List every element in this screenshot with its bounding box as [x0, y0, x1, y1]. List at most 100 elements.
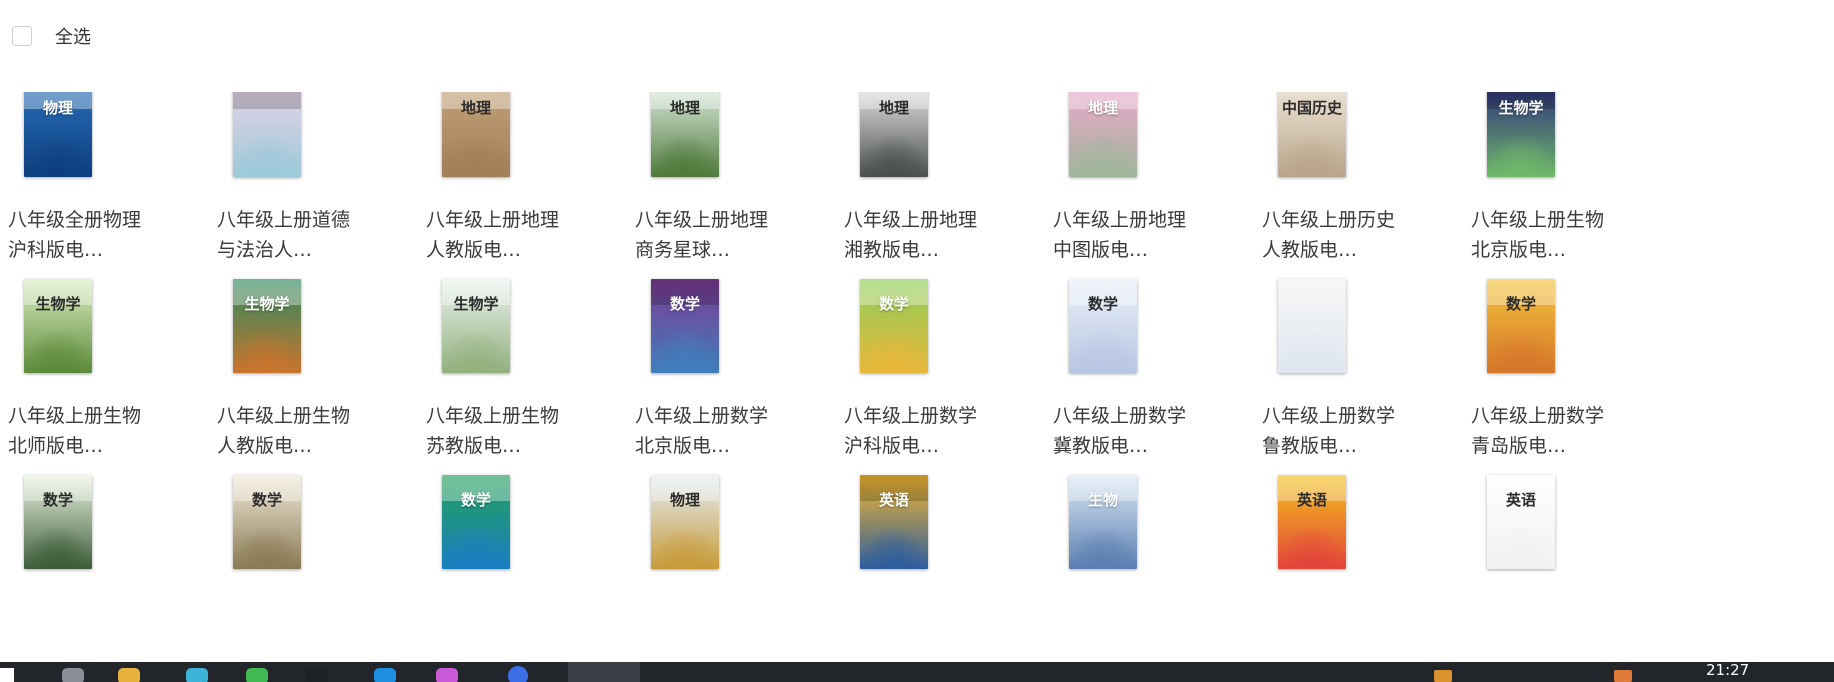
book-item[interactable]: 地理八年级上册地理人教版电…: [418, 92, 578, 298]
tray-folder-icon[interactable]: [1434, 670, 1452, 682]
book-title[interactable]: 八年级上册道德与法治人…: [217, 205, 357, 265]
book-title[interactable]: 八年级上册地理商务星球…: [635, 205, 775, 265]
cover-title: 生物学: [453, 295, 499, 313]
cover-illustration: [1069, 135, 1137, 177]
book-cover[interactable]: 数学: [651, 279, 719, 373]
cover-illustration: [1278, 331, 1346, 373]
cover-illustration: [1278, 527, 1346, 569]
cover-title: 地理: [460, 99, 491, 117]
clock-time[interactable]: 21:27: [1706, 662, 1749, 679]
select-all-checkbox[interactable]: [12, 26, 32, 46]
book-item[interactable]: 地理八年级上册地理商务星球…: [627, 92, 787, 298]
chat-icon[interactable]: [246, 668, 268, 682]
book-cover[interactable]: 中国历史: [1278, 92, 1346, 177]
book-title[interactable]: 八年级全册物理沪科版电…: [8, 205, 148, 265]
book-title[interactable]: 八年级上册生物北师版电…: [8, 401, 148, 461]
book-cover[interactable]: [233, 92, 301, 177]
cover-title: 数学: [669, 295, 700, 313]
book-item[interactable]: 英语: [836, 475, 996, 662]
book-cover[interactable]: 生物学: [1487, 92, 1555, 177]
book-cover[interactable]: 英语: [860, 475, 928, 569]
book-item[interactable]: 数学: [209, 475, 369, 662]
book-item[interactable]: 八年级上册道德与法治人…: [209, 92, 369, 298]
book-item[interactable]: 生物学八年级上册生物北师版电…: [0, 279, 160, 494]
cover-illustration: [1069, 527, 1137, 569]
book-cover[interactable]: 地理: [860, 92, 928, 177]
book-cover[interactable]: 数学: [442, 475, 510, 569]
book-title[interactable]: 八年级上册地理中图版电…: [1053, 205, 1193, 265]
book-item[interactable]: 英语: [1254, 475, 1414, 662]
book-title[interactable]: 八年级上册生物北京版电…: [1471, 205, 1611, 265]
book-title[interactable]: 八年级上册历史人教版电…: [1262, 205, 1402, 265]
cover-title: 数学: [1505, 295, 1536, 313]
book-cover[interactable]: 英语: [1487, 475, 1555, 569]
book-cover[interactable]: 地理: [651, 92, 719, 177]
cover-illustration: [1069, 331, 1137, 373]
book-item[interactable]: 数学: [0, 475, 160, 662]
book-cover[interactable]: 数学: [860, 279, 928, 373]
book-item[interactable]: 生物学八年级上册生物苏教版电…: [418, 279, 578, 494]
book-cover[interactable]: 生物: [1069, 475, 1137, 569]
cover-title: 物理: [669, 491, 700, 509]
book-item[interactable]: 八年级上册数学鲁教版电…: [1254, 279, 1414, 494]
cover-title: 物理: [42, 99, 73, 117]
cover-illustration: [442, 527, 510, 569]
tray-app-icon[interactable]: [1614, 670, 1632, 682]
windows-start-icon[interactable]: [0, 668, 14, 682]
cover-illustration: [442, 331, 510, 373]
book-item[interactable]: 物理: [627, 475, 787, 662]
cover-title: 数学: [1087, 295, 1118, 313]
book-cover[interactable]: 生物学: [233, 279, 301, 373]
book-cover[interactable]: 地理: [1069, 92, 1137, 177]
book-item[interactable]: 地理八年级上册地理湘教版电…: [836, 92, 996, 298]
book-cover[interactable]: 生物学: [24, 279, 92, 373]
book-title[interactable]: 八年级上册地理湘教版电…: [844, 205, 984, 265]
browser-icon[interactable]: [186, 668, 208, 682]
book-cover[interactable]: 物理: [651, 475, 719, 569]
book-item[interactable]: 数学八年级上册数学沪科版电…: [836, 279, 996, 494]
book-cover[interactable]: [1278, 279, 1346, 373]
book-item[interactable]: 数学八年级上册数学冀教版电…: [1045, 279, 1205, 494]
media-icon[interactable]: [306, 668, 328, 682]
app-icon[interactable]: [436, 668, 458, 682]
book-cover[interactable]: 地理: [442, 92, 510, 177]
book-item[interactable]: 数学八年级上册数学北京版电…: [627, 279, 787, 494]
book-title[interactable]: 八年级上册生物人教版电…: [217, 401, 357, 461]
cover-illustration: [24, 527, 92, 569]
book-title[interactable]: 八年级上册数学鲁教版电…: [1262, 401, 1402, 461]
active-browser-icon[interactable]: [508, 666, 528, 682]
book-cover[interactable]: 数学: [1487, 279, 1555, 373]
book-item[interactable]: 生物: [1045, 475, 1205, 662]
search-icon[interactable]: [62, 668, 84, 682]
book-title[interactable]: 八年级上册数学北京版电…: [635, 401, 775, 461]
book-item[interactable]: 生物学八年级上册生物北京版电…: [1463, 92, 1623, 298]
book-title[interactable]: 八年级上册地理人教版电…: [426, 205, 566, 265]
book-item[interactable]: 生物学八年级上册生物人教版电…: [209, 279, 369, 494]
cover-title: 生物: [1087, 491, 1118, 509]
book-item[interactable]: 数学: [418, 475, 578, 662]
cover-illustration: [1487, 331, 1555, 373]
book-item[interactable]: 英语: [1463, 475, 1623, 662]
book-cover[interactable]: 英语: [1278, 475, 1346, 569]
book-cover[interactable]: 物理: [24, 92, 92, 177]
cover-title: 英语: [878, 491, 909, 509]
book-title[interactable]: 八年级上册数学冀教版电…: [1053, 401, 1193, 461]
book-cover[interactable]: 生物学: [442, 279, 510, 373]
cover-title: 地理: [1087, 99, 1118, 117]
select-all[interactable]: 全选: [12, 23, 91, 49]
book-cover[interactable]: 数学: [24, 475, 92, 569]
book-cover[interactable]: 数学: [233, 475, 301, 569]
book-item[interactable]: 地理八年级上册地理中图版电…: [1045, 92, 1205, 298]
book-title[interactable]: 八年级上册数学沪科版电…: [844, 401, 984, 461]
cover-title: 中国历史: [1281, 99, 1342, 117]
cover-title: 生物学: [35, 295, 81, 313]
file-explorer-icon[interactable]: [118, 668, 140, 682]
book-item[interactable]: 物理八年级全册物理沪科版电…: [0, 92, 160, 298]
book-item[interactable]: 中国历史八年级上册历史人教版电…: [1254, 92, 1414, 298]
messenger-icon[interactable]: [374, 668, 396, 682]
book-item[interactable]: 数学八年级上册数学青岛版电…: [1463, 279, 1623, 494]
book-title[interactable]: 八年级上册生物苏教版电…: [426, 401, 566, 461]
book-cover[interactable]: 数学: [1069, 279, 1137, 373]
book-title[interactable]: 八年级上册数学青岛版电…: [1471, 401, 1611, 461]
cover-illustration: [860, 527, 928, 569]
